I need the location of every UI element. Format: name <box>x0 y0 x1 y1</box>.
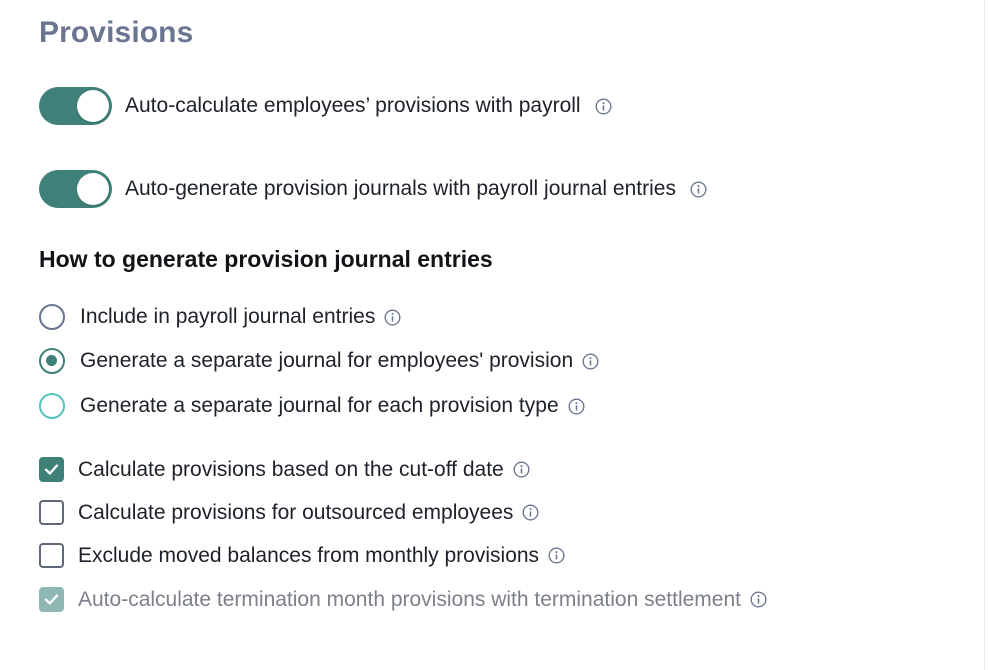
outsourced-employees-label: Calculate provisions for outsourced empl… <box>78 500 514 524</box>
separate-journal-employee-radio[interactable] <box>39 348 65 374</box>
info-icon[interactable] <box>582 353 599 370</box>
termination-month-label: Auto-calculate termination month provisi… <box>78 587 741 611</box>
checkmark-icon <box>44 464 59 475</box>
termination-month-checkbox <box>39 587 64 612</box>
toggle-row-auto-generate: Auto-generate provision journals with pa… <box>39 170 707 208</box>
info-icon[interactable] <box>548 547 565 564</box>
auto-generate-journals-toggle[interactable] <box>39 170 112 208</box>
info-icon[interactable] <box>384 309 401 326</box>
provisions-settings-page: Provisions Auto-calculate employees’ pro… <box>0 0 988 670</box>
page-title: Provisions <box>39 16 194 49</box>
auto-calculate-provisions-label: Auto-calculate employees’ provisions wit… <box>125 94 581 117</box>
outsourced-employees-checkbox[interactable] <box>39 500 64 525</box>
info-icon[interactable] <box>690 181 707 198</box>
info-icon[interactable] <box>513 461 530 478</box>
separate-journal-type-radio[interactable] <box>39 393 65 419</box>
info-icon[interactable] <box>595 98 612 115</box>
exclude-moved-balances-checkbox[interactable] <box>39 543 64 568</box>
separate-journal-employee-label: Generate a separate journal for employee… <box>80 349 574 372</box>
radio-option-include: Include in payroll journal entries <box>39 304 401 330</box>
toggle-knob <box>77 90 109 122</box>
checkbox-row-outsourced: Calculate provisions for outsourced empl… <box>39 500 539 525</box>
info-icon[interactable] <box>750 591 767 608</box>
cutoff-date-checkbox[interactable] <box>39 457 64 482</box>
panel-divider <box>984 0 985 670</box>
info-icon[interactable] <box>522 504 539 521</box>
cutoff-date-label: Calculate provisions based on the cut-of… <box>78 457 504 481</box>
auto-generate-journals-label: Auto-generate provision journals with pa… <box>125 177 676 200</box>
separate-journal-type-label: Generate a separate journal for each pro… <box>80 394 559 417</box>
toggle-knob <box>77 173 109 205</box>
info-icon[interactable] <box>568 398 585 415</box>
toggle-row-auto-calculate: Auto-calculate employees’ provisions wit… <box>39 87 612 125</box>
include-in-payroll-radio[interactable] <box>39 304 65 330</box>
exclude-moved-balances-label: Exclude moved balances from monthly prov… <box>78 543 540 567</box>
checkmark-icon <box>44 594 59 605</box>
journal-entries-heading: How to generate provision journal entrie… <box>39 246 493 272</box>
radio-option-separate-employee: Generate a separate journal for employee… <box>39 348 599 374</box>
checkbox-row-termination: Auto-calculate termination month provisi… <box>39 587 767 612</box>
checkbox-row-moved-balances: Exclude moved balances from monthly prov… <box>39 543 565 568</box>
radio-option-separate-type: Generate a separate journal for each pro… <box>39 393 585 419</box>
include-in-payroll-label: Include in payroll journal entries <box>80 305 376 328</box>
auto-calculate-provisions-toggle[interactable] <box>39 87 112 125</box>
checkbox-row-cutoff: Calculate provisions based on the cut-of… <box>39 457 530 482</box>
